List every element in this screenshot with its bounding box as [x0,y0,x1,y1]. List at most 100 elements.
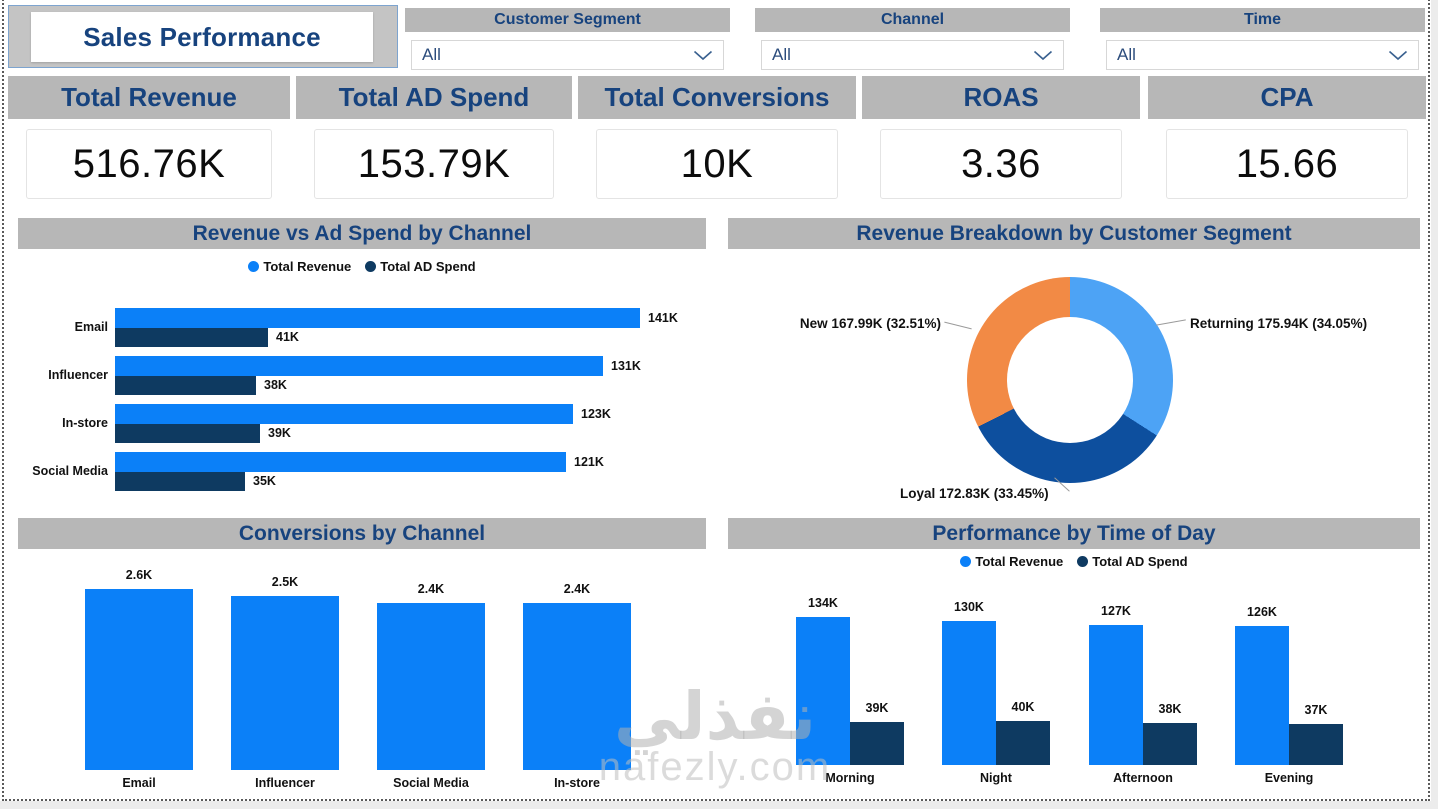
category-label-in-store: In-store [62,416,108,430]
bar-total-ad-spend-social-media[interactable] [115,472,245,491]
category-label-email: Email [74,320,108,334]
channel-dropdown[interactable]: All [761,40,1064,70]
bar-total-revenue-night[interactable] [942,621,996,765]
kpi-value-box: 516.76K [26,129,272,199]
category-label-evening: Evening [1264,771,1314,785]
value-label-revenue-night: 130K [954,600,984,614]
desktop-edge-strip [0,801,1438,809]
value-label-revenue-in-store: 123K [581,407,611,421]
kpi-title: ROAS [862,76,1140,119]
category-label-in-store: In-store [554,776,600,790]
report-title-widget: Sales Performance [8,5,398,68]
value-label-ad-spend-night: 40K [1011,700,1035,714]
slicer-time: Time All [1100,3,1425,70]
page-title: Sales Performance [83,21,321,52]
donut-label-loyal: Loyal 172.83K (33.45%) [900,486,1049,501]
chevron-down-icon[interactable] [693,50,713,61]
value-label-revenue-afternoon: 127K [1101,604,1131,618]
value-label-email: 2.6K [125,568,153,582]
bar-conversions-influencer[interactable] [231,596,339,770]
kpi-value: 15.66 [1235,141,1339,186]
bar-total-ad-spend-in-store[interactable] [115,424,260,443]
value-label-ad-spend-influencer: 38K [264,378,287,392]
slicer-time-title: Time [1100,8,1425,32]
time-dropdown[interactable]: All [1106,40,1419,70]
bar-total-ad-spend-influencer[interactable] [115,376,256,395]
channel-value: All [772,45,791,64]
category-label-social-media: Social Media [393,776,469,790]
column-plot: 2.6K Email 2.5K Influencer 2.4K Social Media 2… [18,518,706,795]
bar-total-revenue-evening[interactable] [1235,626,1289,765]
kpi-card-roas: ROAS 3.36 [862,76,1140,207]
slicer-channel: Channel All [755,3,1070,70]
chevron-down-icon[interactable] [1388,50,1408,61]
kpi-title: Total Revenue [8,76,290,119]
bar-total-revenue-morning[interactable] [796,617,850,765]
bar-total-ad-spend-evening[interactable] [1289,724,1343,765]
slicer-customer-segment-title: Customer Segment [405,8,730,32]
panel-revenue-breakdown: Revenue Breakdown by Customer Segment Ne… [728,218,1420,510]
kpi-card-cpa: CPA 15.66 [1148,76,1426,207]
category-label-influencer: Influencer [255,776,315,790]
kpi-value: 10K [680,141,754,186]
bar-total-revenue-influencer[interactable] [115,356,603,376]
kpi-card-total-revenue: Total Revenue 516.76K [8,76,290,207]
kpi-title: CPA [1148,76,1426,119]
category-label-influencer: Influencer [48,368,108,382]
value-label-influencer: 2.5K [271,575,299,589]
value-label-ad-spend-email: 41K [276,330,299,344]
bar-conversions-social-media[interactable] [377,603,485,770]
desktop-edge-strip [1431,0,1438,809]
kpi-title: Total AD Spend [296,76,572,119]
grouped-column-plot: 134K 39K Morning 130K 40K Night 127K 38K Afterno… [728,518,1420,795]
kpi-value-box: 10K [596,129,838,199]
value-label-ad-spend-in-store: 39K [268,426,291,440]
value-label-ad-spend-morning: 39K [865,701,889,715]
bar-total-ad-spend-morning[interactable] [850,722,904,765]
donut-hole [1007,317,1133,443]
bar-conversions-email[interactable] [85,589,193,770]
value-label-in-store: 2.4K [563,582,591,596]
value-label-ad-spend-afternoon: 38K [1158,702,1182,716]
category-label-social-media: Social Media [32,464,108,478]
bar-total-ad-spend-afternoon[interactable] [1143,723,1197,765]
category-label-email: Email [122,776,156,790]
value-label-revenue-evening: 126K [1247,605,1277,619]
customer-segment-value: All [422,45,441,64]
value-label-ad-spend-social-media: 35K [253,474,276,488]
kpi-value: 3.36 [961,141,1041,186]
bar-total-revenue-in-store[interactable] [115,404,573,424]
slicer-channel-title: Channel [755,8,1070,32]
panel-revenue-vs-adspend: Revenue vs Ad Spend by Channel Total Rev… [18,218,706,510]
value-label-social-media: 2.4K [417,582,445,596]
report-title-box: Sales Performance [31,12,373,62]
panel-conversions-by-channel: Conversions by Channel 2.6K Email 2.5K Infl… [18,518,706,795]
kpi-value: 516.76K [72,141,226,186]
category-label-night: Night [980,771,1012,785]
bar-total-revenue-social-media[interactable] [115,452,566,472]
time-value: All [1117,45,1136,64]
value-label-revenue-email: 141K [648,311,678,325]
value-label-revenue-morning: 134K [808,596,838,610]
bar-total-revenue-email[interactable] [115,308,640,328]
horizontal-bar-plot: Email 141K 41K Influencer 131K 38K In-store 123… [18,218,706,510]
category-label-morning: Morning [825,771,875,785]
slicer-customer-segment: Customer Segment All [405,3,730,70]
kpi-card-total-ad-spend: Total AD Spend 153.79K [296,76,572,207]
value-label-revenue-influencer: 131K [611,359,641,373]
customer-segment-dropdown[interactable]: All [411,40,724,70]
donut-label-returning: Returning 175.94K (34.05%) [1190,316,1368,331]
chart-title: Revenue Breakdown by Customer Segment [728,218,1420,249]
bar-total-ad-spend-email[interactable] [115,328,268,347]
kpi-card-total-conversions: Total Conversions 10K [578,76,856,207]
leader-line [944,321,972,330]
chevron-down-icon[interactable] [1033,50,1053,61]
kpi-value-box: 153.79K [314,129,554,199]
bar-conversions-in-store[interactable] [523,603,631,770]
kpi-value-box: 3.36 [880,129,1122,199]
bar-total-ad-spend-night[interactable] [996,721,1050,765]
bar-total-revenue-afternoon[interactable] [1089,625,1143,765]
panel-performance-by-time: Performance by Time of Day Total Revenue… [728,518,1420,795]
value-label-ad-spend-evening: 37K [1304,703,1328,717]
value-label-revenue-social-media: 121K [574,455,604,469]
